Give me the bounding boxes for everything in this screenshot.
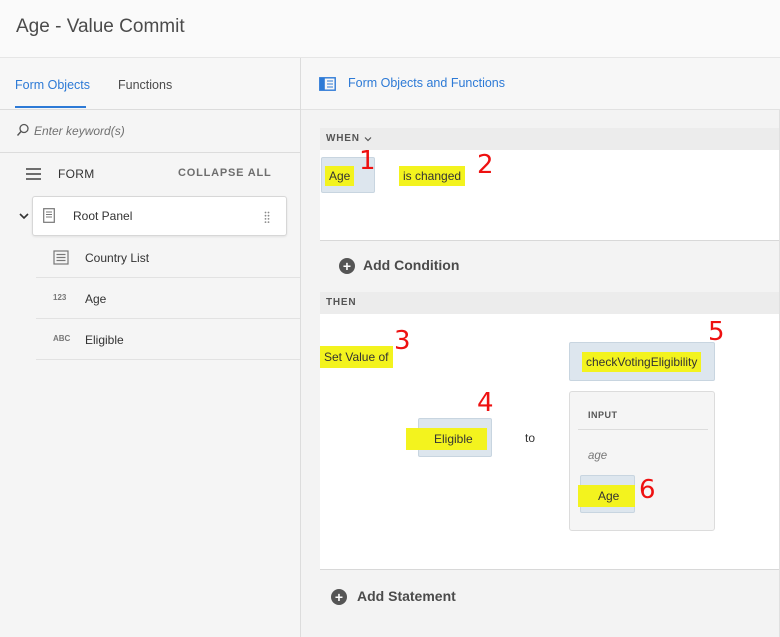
left-panel: Form Objects Functions FORM COLLAPSE ALL… [0, 58, 301, 637]
annotation-1: 1 [359, 146, 376, 176]
tab-form-objects[interactable]: Form Objects [15, 78, 90, 92]
function-name: checkVotingEligibility [582, 352, 702, 372]
function-input-box: INPUT age Age [569, 391, 715, 531]
annotation-3: 3 [394, 326, 411, 356]
set-value-action[interactable]: Set Value of [320, 346, 393, 368]
numeric-icon: 123 [53, 293, 67, 302]
plus-icon: + [331, 589, 347, 605]
hamburger-icon[interactable] [26, 168, 41, 180]
search-icon [16, 123, 29, 136]
add-condition-label: Add Condition [363, 257, 460, 273]
text-icon: ABC [53, 334, 71, 343]
function-token[interactable]: checkVotingEligibility [569, 342, 715, 381]
left-tabs: Form Objects Functions [0, 58, 300, 110]
form-label: FORM [58, 167, 95, 181]
to-label: to [525, 431, 536, 445]
chevron-down-icon[interactable] [364, 135, 372, 143]
panel-title[interactable]: Form Objects and Functions [348, 76, 505, 90]
add-statement-button[interactable]: + Add Statement [320, 571, 780, 621]
annotation-5: 5 [708, 317, 725, 347]
panel-toggle-icon[interactable] [319, 77, 336, 91]
tree-item-label: Age [85, 292, 107, 306]
tab-functions[interactable]: Functions [118, 78, 172, 92]
search-bar [0, 111, 300, 153]
param-token-text[interactable]: Age [578, 485, 636, 507]
search-input[interactable] [34, 121, 284, 141]
tree-item-age[interactable]: 123 Age [36, 278, 300, 319]
list-icon [53, 250, 69, 265]
target-field-text[interactable]: Eligible [406, 428, 487, 450]
param-name: age [588, 450, 608, 462]
tree-item-root-panel[interactable]: Root Panel [32, 196, 287, 236]
add-statement-label: Add Statement [357, 588, 456, 604]
title-bar: Age - Value Commit [0, 0, 780, 58]
when-block: WHEN Age is changed [320, 128, 780, 241]
divider [578, 429, 708, 430]
when-operator[interactable]: is changed [399, 166, 466, 186]
plus-icon: + [339, 258, 355, 274]
form-header: FORM COLLAPSE ALL [0, 154, 300, 194]
panel-header: Form Objects and Functions [301, 58, 780, 110]
window-title: Age - Value Commit [16, 16, 185, 37]
then-header: THEN [320, 292, 780, 314]
rule-editor-panel: Form Objects and Functions WHEN Age is c… [301, 58, 780, 637]
when-field-text: Age [325, 166, 355, 186]
annotation-4: 4 [477, 388, 494, 418]
annotation-6: 6 [639, 475, 656, 505]
tree-item-label: Root Panel [73, 209, 133, 223]
tree-item-country-list[interactable]: Country List [36, 237, 300, 278]
collapse-all-button[interactable]: COLLAPSE ALL [178, 167, 272, 179]
chevron-down-icon[interactable] [18, 210, 30, 222]
tree-item-label: Eligible [85, 333, 124, 347]
then-label: THEN [326, 297, 357, 308]
drag-handle-icon[interactable] [264, 211, 270, 224]
annotation-2: 2 [477, 150, 494, 180]
add-condition-button[interactable]: + Add Condition [320, 242, 780, 290]
document-icon [43, 208, 55, 223]
active-tab-indicator [15, 106, 86, 108]
when-header[interactable]: WHEN [320, 128, 780, 150]
input-label: INPUT [588, 410, 618, 420]
when-label: WHEN [326, 133, 360, 144]
tree-item-label: Country List [85, 251, 150, 265]
tree-item-eligible[interactable]: ABC Eligible [36, 319, 300, 360]
